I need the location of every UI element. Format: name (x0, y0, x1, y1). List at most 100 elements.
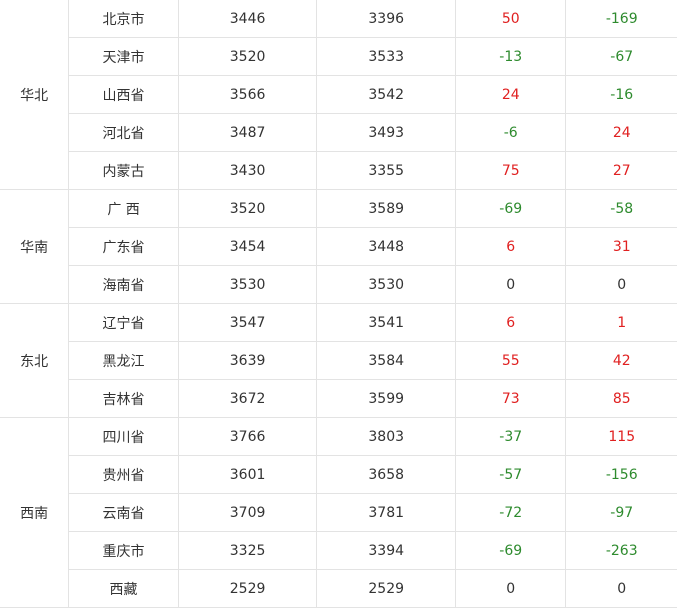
value-a-cell: 3430 (177, 151, 318, 190)
value-a-cell: 3530 (177, 265, 318, 304)
value-a-cell: 3709 (177, 493, 318, 532)
change-d-cell: 27 (565, 151, 677, 190)
region-cell: 东北 (0, 303, 70, 418)
table-row: 重庆市 3325 3394 -69 -263 (0, 531, 677, 570)
change-d-cell: 42 (565, 341, 677, 380)
change-d-cell: 24 (565, 113, 677, 152)
change-d-cell: 31 (565, 227, 677, 266)
province-cell: 西藏 (68, 569, 179, 608)
table-row: 华南广 西 3520 3589 -69 -58 (0, 189, 677, 304)
change-c-cell: -69 (454, 531, 567, 570)
price-table: 华北 北京市 3446 3396 50 -169 天津市 3520 3533 -13 -67 山西省 3… (0, 0, 677, 608)
table-row: 西藏 2529 2529 0 0 (0, 569, 677, 608)
province-cell: 河北省 (68, 113, 179, 152)
change-c-cell: 73 (454, 379, 567, 418)
province-cell: 天津市 (68, 37, 179, 76)
region-cell: 华北 (0, 0, 70, 190)
change-c-cell: 0 (454, 569, 567, 608)
value-b-cell: 3589 (316, 189, 456, 228)
change-d-cell: -67 (565, 37, 677, 76)
table-row: 河北省 3487 3493 -6 24 (0, 113, 677, 152)
province-cell: 广东省 (68, 227, 179, 266)
province-cell: 贵州省 (68, 455, 179, 494)
change-d-cell: -169 (565, 0, 677, 38)
province-cell: 辽宁省 (68, 303, 179, 342)
change-d-cell: -263 (565, 531, 677, 570)
change-c-cell: 24 (454, 75, 567, 114)
province-cell: 内蒙古 (68, 151, 179, 190)
table-row: 内蒙古 3430 3355 75 27 (0, 151, 677, 190)
value-b-cell: 3541 (316, 303, 456, 342)
value-a-cell: 3454 (177, 227, 318, 266)
value-a-cell: 3446 (177, 0, 318, 38)
value-a-cell: 3566 (177, 75, 318, 114)
change-d-cell: -97 (565, 493, 677, 532)
province-cell: 重庆市 (68, 531, 179, 570)
table-row: 云南省 3709 3781 -72 -97 (0, 493, 677, 532)
change-c-cell: 50 (454, 0, 567, 38)
province-cell: 北京市 (68, 0, 179, 38)
value-b-cell: 3394 (316, 531, 456, 570)
province-cell: 四川省 (68, 417, 179, 456)
value-b-cell: 3493 (316, 113, 456, 152)
value-a-cell: 2529 (177, 569, 318, 608)
table-row: 西南 四川省 3766 3803 -37 115 (0, 417, 677, 608)
change-d-cell: 1 (565, 303, 677, 342)
change-c-cell: 6 (454, 303, 567, 342)
change-d-cell: 0 (565, 569, 677, 608)
value-a-cell: 3639 (177, 341, 318, 380)
value-a-cell: 3766 (177, 417, 318, 456)
value-b-cell: 3658 (316, 455, 456, 494)
value-b-cell: 3599 (316, 379, 456, 418)
change-c-cell: -13 (454, 37, 567, 76)
value-b-cell: 3781 (316, 493, 456, 532)
region-cell: 华南 (0, 189, 70, 304)
value-a-cell: 3487 (177, 113, 318, 152)
value-b-cell: 3396 (316, 0, 456, 38)
value-a-cell: 3520 (177, 37, 318, 76)
province-cell: 黑龙江 (68, 341, 179, 380)
change-c-cell: -57 (454, 455, 567, 494)
province-cell: 吉林省 (68, 379, 179, 418)
value-b-cell: 3530 (316, 265, 456, 304)
change-c-cell: -6 (454, 113, 567, 152)
value-a-cell: 3601 (177, 455, 318, 494)
value-a-cell: 3520 (177, 189, 318, 228)
value-b-cell: 3803 (316, 417, 456, 456)
value-b-cell: 3584 (316, 341, 456, 380)
value-b-cell: 3448 (316, 227, 456, 266)
change-c-cell: -72 (454, 493, 567, 532)
province-cell: 广 西 (68, 189, 179, 228)
table-row: 东北 辽宁省 3547 3541 6 1 (0, 303, 677, 418)
province-cell: 山西省 (68, 75, 179, 114)
change-d-cell: -156 (565, 455, 677, 494)
change-c-cell: 55 (454, 341, 567, 380)
change-c-cell: -37 (454, 417, 567, 456)
table-row: 华北 北京市 3446 3396 50 -169 (0, 0, 677, 190)
table-row: 广东省 3454 3448 6 31 (0, 227, 677, 266)
value-a-cell: 3672 (177, 379, 318, 418)
value-b-cell: 3355 (316, 151, 456, 190)
province-cell: 云南省 (68, 493, 179, 532)
change-d-cell: 85 (565, 379, 677, 418)
change-c-cell: 75 (454, 151, 567, 190)
value-b-cell: 2529 (316, 569, 456, 608)
region-cell: 西南 (0, 417, 70, 608)
table-row: 贵州省 3601 3658 -57 -156 (0, 455, 677, 494)
value-a-cell: 3547 (177, 303, 318, 342)
change-d-cell: 0 (565, 265, 677, 304)
table-row: 山西省 3566 3542 24 -16 (0, 75, 677, 114)
table-row: 天津市 3520 3533 -13 -67 (0, 37, 677, 76)
change-d-cell: 115 (565, 417, 677, 456)
value-b-cell: 3533 (316, 37, 456, 76)
change-c-cell: 0 (454, 265, 567, 304)
change-c-cell: 6 (454, 227, 567, 266)
change-d-cell: -58 (565, 189, 677, 228)
table-row: 黑龙江 3639 3584 55 42 (0, 341, 677, 380)
table-row: 吉林省 3672 3599 73 85 (0, 379, 677, 418)
value-b-cell: 3542 (316, 75, 456, 114)
table-body: 华北 北京市 3446 3396 50 -169 天津市 3520 3533 -13 -67 山西省 3… (0, 0, 677, 608)
table-row: 海南省 3530 3530 0 0 (0, 265, 677, 304)
value-a-cell: 3325 (177, 531, 318, 570)
change-c-cell: -69 (454, 189, 567, 228)
